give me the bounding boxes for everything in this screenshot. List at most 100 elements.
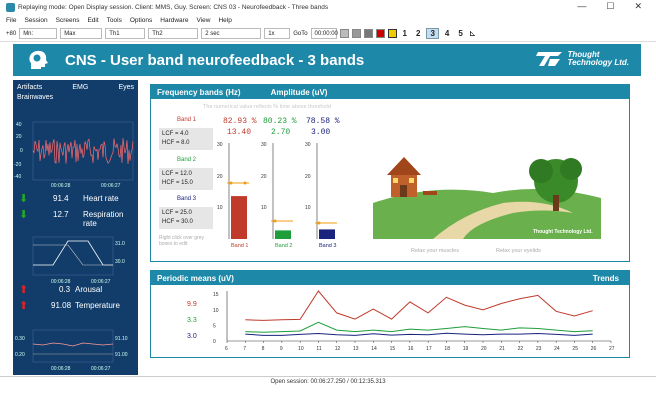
x-tick-label: 15 [390,346,396,352]
amplitude-meters: 30 20 10 30 20 10 30 20 10 Band 1 Band 2… [217,142,337,249]
heart-rate-arrow-icon: ⬇ [19,193,29,205]
trend-line-band2 [245,321,593,333]
x-tick-label: 25 [572,346,578,352]
band1-percent: 82.93 % [223,117,257,126]
page-5-button[interactable]: 5 [455,29,465,38]
x-tick-label: 20 [481,346,487,352]
brand-logo: Thought Technology Ltd. [535,50,629,68]
x-tick-label: 26 [591,346,597,352]
x-tick-label: 17 [426,346,432,352]
speed-select[interactable]: 1x [264,28,291,39]
record-icon[interactable] [375,29,385,38]
time-select[interactable]: 2 sec [201,28,262,39]
meter2-axis-30: 30 [261,142,267,148]
tab-emg[interactable]: EMG [72,84,88,91]
band2-settings[interactable]: LCF = 12.0 HCF = 15.0 [159,168,213,190]
goto-label: GoTo [293,30,308,37]
meter1-axis-10: 10 [217,205,223,211]
arousal-arrow-icon: ⬆ [19,284,29,296]
temperature-label: Temperature [75,301,120,310]
temperature-arrow-icon: ⬆ [19,300,29,312]
flag-icon[interactable] [387,29,397,38]
band3-amplitude: 3.00 [311,128,331,137]
periodic-means-chart: 15 10 5 0 6 7 8 9 10 11 12 13 14 15 16 17 18 19 20 21 22 23 24… [213,290,615,352]
x-tick-label: 9 [280,346,283,352]
thought-technology-logo-icon [535,52,562,66]
band3-threshold-knob[interactable] [317,221,321,225]
periodic-means-title: Periodic means (uV) [157,273,234,283]
menu-help[interactable]: Help [218,17,231,24]
band1-mean-label: 9.9 [187,301,197,308]
menu-edit[interactable]: Edit [87,17,98,24]
meter3-label: Band 3 [319,243,336,249]
toolbar: +80 Mn: Max Th1 Th2 2 sec 1x GoTo 00:00:… [0,26,656,42]
stop-icon[interactable] [351,29,361,38]
x-tick-label: 8 [262,346,265,352]
close-button[interactable]: ✕ [634,1,642,12]
menu-screens[interactable]: Screens [56,17,80,24]
meter3-axis-20: 20 [305,174,311,180]
band3-lcf: LCF = 25.0 [162,210,192,216]
page-2-button[interactable]: 2 [413,29,423,38]
hint-text: The numerical value reflects % time abov… [203,104,331,110]
menu-options[interactable]: Options [130,17,152,24]
band2-label: Band 2 [177,157,197,163]
respiration-graph: 31.0 30.0 00:06:28 00:06:27 [32,236,125,285]
menu-tools[interactable]: Tools [107,17,122,24]
feedback-scene: Thought Technology Ltd. [373,153,601,239]
band3-settings[interactable]: LCF = 25.0 HCF = 30.0 [159,207,213,229]
x-tick-label: 27 [609,346,615,352]
band1-threshold-knob[interactable] [229,181,233,185]
rewind-icon[interactable] [339,29,349,38]
band1-amplitude: 13.40 [227,128,252,137]
tab-eyes[interactable]: Eyes [118,84,134,91]
layout-icon[interactable]: ⊾ [469,28,477,39]
app-window: Replaying mode: Open Display session. Cl… [0,0,656,393]
frequency-bands-title: Frequency bands (Hz) [157,87,241,97]
screen-title: CNS - User band neurofeedback - 3 bands [65,51,365,69]
band3-label: Band 3 [177,196,197,202]
x-tick-label: 18 [444,346,450,352]
th2-field[interactable]: Th2 [148,28,199,39]
arousal-value: 0.3 [59,285,71,294]
tab-artifacts[interactable]: Artifacts [17,84,42,91]
temp-time-start: 00:06:28 [51,366,71,372]
band2-mean-label: 3.3 [187,317,197,324]
th1-field[interactable]: Th1 [105,28,146,39]
band2-threshold-knob[interactable] [273,219,277,223]
band1-bar [231,196,247,239]
pause-icon[interactable] [363,29,373,38]
max-field[interactable]: Max [60,28,103,39]
menu-hardware[interactable]: Hardware [160,17,188,24]
page-1-button[interactable]: 1 [400,29,410,38]
app-icon [6,2,15,12]
x-tick-label: 24 [554,346,560,352]
meter3-axis-30: 30 [305,142,311,148]
maximize-button[interactable]: ☐ [606,1,614,12]
x-tick-label: 14 [371,346,377,352]
goto-input[interactable]: 00:00:00 [310,28,338,39]
logo-line2: Technology Ltd. [567,58,629,67]
temp-time-end: 00:06:27 [91,366,111,372]
page-3-button[interactable]: 3 [426,28,439,39]
band1-settings[interactable]: LCF = 4.0 HCF = 8.0 [159,128,213,150]
y-tick-label: 0 [213,339,216,345]
menu-view[interactable]: View [196,17,210,24]
band1-threshold-knob2[interactable] [243,181,247,185]
page-4-button[interactable]: 4 [442,29,452,38]
menu-session[interactable]: Session [24,17,47,24]
menu-file[interactable]: File [6,17,16,24]
mn-field[interactable]: Mn: [19,28,58,39]
trends-label[interactable]: Trends [593,274,619,283]
scale-label: +80 [6,30,17,37]
heart-rate-value: 91.4 [53,194,69,203]
trend-line-band1 [245,290,593,321]
temperature-graph: 0.30 0.20 91.10 91.00 00:06:28 00:06:27 [15,329,128,372]
respiration-value: 12.7 [53,210,69,219]
eeg-graph: 40 20 0 -20 -40 00:06:28 00:06:27 [14,121,134,189]
resp-axis-bot: 30.0 [115,259,125,265]
eeg-axis-0: 0 [20,148,23,154]
minimize-button[interactable]: — [577,1,586,12]
x-tick-label: 12 [335,346,341,352]
temp-left-bot: 0.20 [15,352,25,358]
